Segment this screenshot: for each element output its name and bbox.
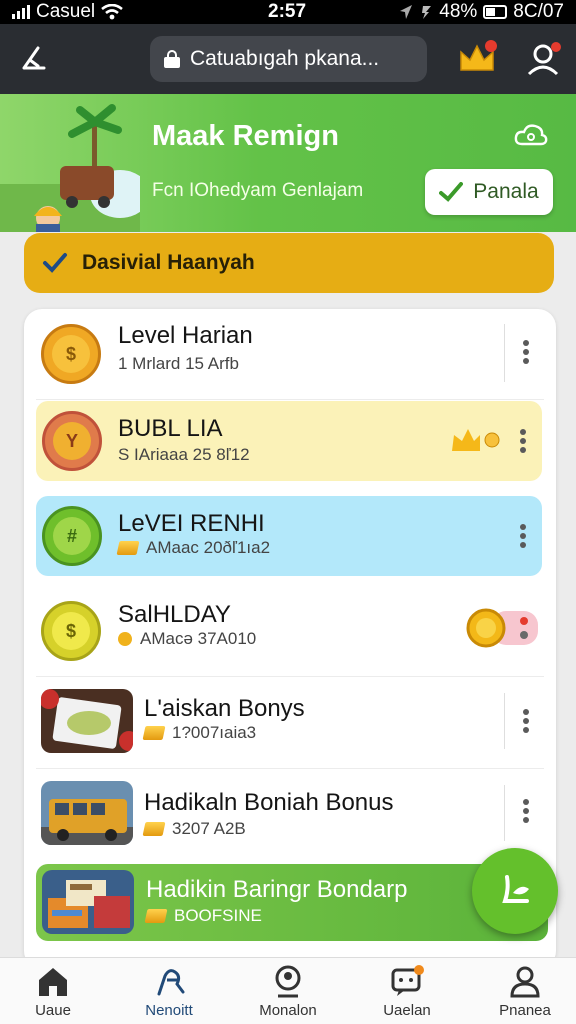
banner-action-label: Panala [473, 180, 539, 203]
home-icon [39, 968, 67, 996]
more-options-button[interactable] [518, 524, 528, 548]
list-item-title: L'aiskan Bonys [144, 695, 305, 722]
coin-reward-icon [466, 608, 538, 648]
list-item[interactable]: Hadikaln Boniah Bonus 3207 A2B [24, 769, 556, 859]
clock: 2:57 [268, 1, 307, 22]
nav-item-home[interactable]: Uaue [3, 964, 103, 1022]
crown-icon [460, 40, 497, 71]
list-item-subtitle: AMaac 20ðľ1ıa2 [116, 538, 271, 558]
food-thumbnail [41, 689, 133, 753]
banner-title: Maak Remign [152, 120, 339, 152]
coin-icon: $ [41, 601, 101, 661]
chat-icon [391, 965, 424, 996]
divider [504, 324, 505, 382]
wifi-icon [101, 4, 123, 20]
gold-bar-icon [142, 726, 166, 740]
location-icon [400, 5, 413, 19]
list-item[interactable]: L'aiskan Bonys 1?007ıaia3 [24, 677, 556, 769]
list-item-subtitle-text: AMacə 37A010 [140, 629, 257, 648]
list-item-title: SalHLDAY [118, 601, 231, 628]
vehicle-thumbnail [41, 781, 133, 845]
url-bar[interactable]: Catuabıgah pkana... [150, 36, 427, 82]
carrier-label: Casuel [36, 1, 96, 22]
list-item-title: Hadikaln Boniah Bonus [144, 789, 394, 816]
nav-label: Uaue [35, 1002, 71, 1019]
daily-notice[interactable]: Dasivial Haanyah [24, 233, 554, 293]
list-item-subtitle: 1 Mrlard 15 Arfb [118, 354, 239, 374]
back-button[interactable] [16, 42, 54, 76]
account-button[interactable] [522, 38, 564, 80]
status-bar: Casuel 2:57 48% 8C/07 [0, 0, 576, 24]
notice-text: Dasivial Haanyah [82, 251, 255, 274]
nav-item-mission[interactable]: Monalon [238, 964, 338, 1022]
sprout-icon [502, 875, 529, 903]
cloud-settings-icon [514, 124, 548, 146]
coin-icon: Y [42, 411, 102, 471]
gold-bar-icon [142, 822, 166, 836]
bottom-navigation: Uaue Nenoitt Monalon Uaelan Pnanea [0, 957, 576, 1024]
person-badge-icon [275, 965, 301, 998]
list-item-subtitle-text: S IAriaaa 25 8ľ12 [118, 445, 250, 464]
signal-icon [12, 5, 30, 19]
more-options-button[interactable] [521, 799, 531, 823]
list-item-title: Hadikin Baringr Bondarp [146, 876, 408, 903]
status-extra: 8C/07 [513, 1, 564, 22]
more-options-button[interactable] [521, 709, 531, 733]
list-item-title: LeVEI RENHI [118, 510, 265, 537]
check-icon [439, 182, 464, 202]
list-item[interactable]: Y BUBL LIA S IAriaaa 25 8ľ12 [36, 401, 542, 481]
list-item-subtitle: 3207 A2B [142, 819, 246, 839]
nav-label: Monalon [259, 1002, 317, 1019]
boxes-thumbnail [42, 870, 134, 934]
alarm-icon [422, 6, 432, 19]
nav-label: Uaelan [383, 1002, 431, 1019]
gold-bar-icon [144, 909, 168, 923]
divider [504, 693, 505, 749]
more-options-button[interactable] [518, 429, 528, 453]
crown-coin-icon [452, 429, 500, 451]
badge-icon [118, 632, 132, 646]
coin-icon: $ [41, 324, 101, 384]
divider [504, 785, 505, 841]
list-item-subtitle: AMacə 37A010 [118, 629, 256, 649]
url-text: Catuabıgah pkana... [190, 47, 380, 70]
top-app-bar: Catuabıgah pkana... [0, 24, 576, 94]
banner-illustration [0, 104, 140, 232]
list-item[interactable]: $ SalHLDAY AMacə 37A010 [24, 587, 556, 677]
nav-item-rewards[interactable]: Nenoitt [119, 964, 219, 1022]
banner-action-button[interactable]: Panala [425, 169, 553, 215]
battery-percent: 48% [439, 1, 478, 22]
crown-button[interactable] [456, 38, 498, 78]
spark-icon [157, 969, 185, 996]
list-item-title: BUBL LIA [118, 415, 223, 442]
lock-icon [164, 50, 180, 68]
banner-options-button[interactable] [514, 122, 548, 148]
coin-icon: # [42, 506, 102, 566]
nav-item-messages[interactable]: Uaelan [357, 964, 457, 1022]
banner-subtitle: Fcn IOhedyam Genlajam [152, 180, 364, 201]
list-item-subtitle: S IAriaaa 25 8ľ12 [118, 445, 250, 465]
gold-bar-icon [116, 541, 140, 555]
list-item-subtitle-text: 1 Mrlard 15 Arfb [118, 354, 239, 373]
nav-label: Nenoitt [145, 1002, 193, 1019]
list-item-subtitle-text: AMaac 20ðľ1ıa2 [146, 538, 271, 557]
back-arrow-icon [22, 46, 46, 70]
user-icon [527, 42, 561, 76]
list-item-subtitle-text: BOOFSINE [174, 906, 262, 925]
list-item-title: Level Harian [118, 322, 253, 349]
check-icon [43, 253, 67, 273]
list-item-subtitle: 1?007ıaia3 [142, 723, 257, 743]
profile-icon [510, 966, 540, 998]
list-item[interactable]: # LeVEI RENHI AMaac 20ðľ1ıa2 [36, 496, 542, 576]
floating-action-button[interactable] [472, 848, 558, 934]
nav-item-profile[interactable]: Pnanea [475, 964, 575, 1022]
list-item-subtitle: BOOFSINE [144, 906, 262, 926]
battery-icon [483, 5, 508, 19]
list-item-subtitle-text: 3207 A2B [172, 819, 246, 838]
nav-label: Pnanea [499, 1002, 551, 1019]
list-item[interactable]: $ Level Harian 1 Mrlard 15 Arfb [24, 310, 556, 400]
list-item-subtitle-text: 1?007ıaia3 [172, 723, 257, 742]
list-item[interactable]: Hadikin Baringr Bondarp BOOFSINE [36, 864, 548, 941]
more-options-button[interactable] [521, 340, 531, 364]
